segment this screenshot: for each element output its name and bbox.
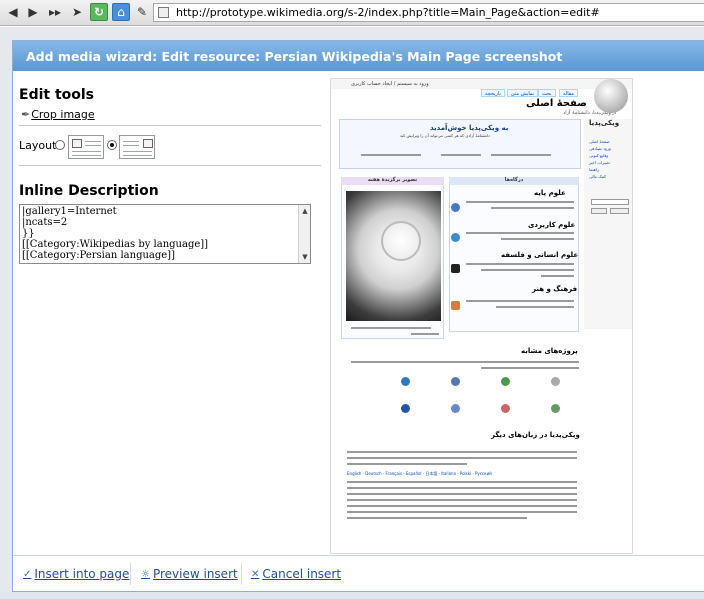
preview-searchbox — [591, 199, 629, 205]
preview-portals-header: درگاه‌ها — [449, 177, 579, 185]
textarea-line: [[Category:Wikipedias by language]] — [22, 239, 209, 250]
page-icon — [158, 7, 169, 18]
preview-logo-text: ویکی‌پدیا — [589, 119, 620, 127]
preview-nav-item: صفحهٔ اصلی — [589, 139, 610, 144]
preview-search-button — [591, 208, 607, 214]
sister-project-icon — [551, 404, 560, 413]
preview-welcome-subtitle: دانشنامهٔ آزادی که هر کسی می‌تواند آن را… — [400, 133, 490, 138]
preview-nav-item: کمک مالی — [589, 174, 606, 179]
preview-nav-item: تغییرات اخیر — [589, 160, 610, 165]
preview-login-text: ورود به سیستم / ایجاد حساب کاربری — [351, 81, 429, 87]
layout-left-thumbnail[interactable] — [68, 135, 104, 159]
back-icon[interactable]: ◀ — [4, 3, 22, 21]
preview-featured-header: تصویر برگزیدهٔ هفته — [341, 177, 444, 185]
science-icon — [451, 203, 460, 212]
preview-welcome-box: به ویکی‌پدیا خوش‌آمدید دانشنامهٔ آزادی ک… — [339, 119, 581, 169]
sister-project-icon — [451, 377, 460, 386]
preview-page-title: صفحهٔ اصلی — [526, 98, 587, 109]
layout-right-thumbnail[interactable] — [119, 135, 155, 159]
insert-into-page-button[interactable]: ✓ Insert into page — [19, 561, 129, 587]
preview-tab: مقاله — [559, 89, 578, 97]
inline-description-heading: Inline Description — [19, 183, 159, 199]
preview-nav-item: راهنما — [589, 167, 599, 172]
resource-preview-image: ورود به سیستم / ایجاد حساب کاربری مقاله … — [330, 78, 633, 554]
edit-tools-heading: Edit tools — [19, 87, 95, 103]
preview-tab: بحث — [538, 89, 556, 97]
preview-nav-item: وقایع کنونی — [589, 153, 609, 158]
cancel-insert-label: Cancel insert — [262, 567, 342, 581]
preview-tab: نمایش متن — [507, 89, 539, 97]
textarea-line: }} — [22, 228, 35, 239]
wikipedia-globe-logo — [594, 79, 628, 113]
sister-project-icon — [501, 377, 510, 386]
crop-image-link[interactable]: ✒Crop image — [21, 108, 95, 121]
sister-project-icon — [401, 404, 410, 413]
arrow-icon[interactable]: ➤ — [68, 3, 86, 21]
close-icon: ✕ — [251, 568, 260, 580]
refresh-icon[interactable]: ↻ — [90, 3, 108, 21]
preview-welcome-title: به ویکی‌پدیا خوش‌آمدید — [430, 124, 509, 132]
preview-heading: علوم انسانی و فلسفه — [501, 251, 579, 259]
preview-insert-button[interactable]: ☼ Preview insert — [137, 561, 238, 587]
button-separator — [130, 563, 131, 585]
preview-nav-item: ورود تصادفی — [589, 146, 611, 151]
divider — [19, 125, 321, 126]
pencil-icon[interactable]: ✎ — [133, 3, 151, 21]
preview-languages-line: English · Deutsch · Français · Español ·… — [347, 471, 492, 476]
sister-project-icon — [401, 377, 410, 386]
browser-toolbar: ◀ ▶ ▸▸ ➤ ↻ ⌂ ✎ http://prototype.wikimedi… — [0, 0, 704, 26]
sister-project-icon — [501, 404, 510, 413]
checkmark-icon: ✓ — [23, 568, 32, 580]
preview-heading: فرهنگ و هنر — [532, 285, 578, 293]
footer-divider — [13, 555, 704, 556]
humanities-icon — [451, 264, 460, 273]
add-media-dialog: Add media wizard: Edit resource: Persian… — [12, 40, 704, 592]
dialog-title: Add media wizard: Edit resource: Persian… — [13, 41, 704, 71]
textarea-line: |ncats=2 — [22, 217, 68, 228]
layout-left-radio[interactable] — [55, 140, 65, 150]
preview-tab: تاریخچه — [481, 89, 505, 97]
url-text: http://prototype.wikimedia.org/s-2/index… — [176, 6, 600, 19]
scroll-down-icon[interactable]: ▼ — [300, 252, 310, 262]
preview-heading: علوم پایه — [534, 189, 566, 197]
layout-right-radio[interactable] — [107, 140, 117, 150]
preview-heading: ویکی‌پدیا در زبان‌های دیگر — [491, 431, 580, 439]
cancel-insert-button[interactable]: ✕ Cancel insert — [247, 561, 341, 587]
divider — [19, 165, 321, 166]
home-icon[interactable]: ⌂ — [112, 3, 130, 21]
crop-image-label: Crop image — [31, 108, 95, 121]
textarea-scrollbar[interactable]: ▲ ▼ — [298, 205, 310, 263]
preview-featured-image — [346, 191, 441, 321]
crop-icon: ✒ — [21, 108, 31, 121]
button-separator — [241, 563, 242, 585]
scroll-up-icon[interactable]: ▲ — [300, 206, 310, 216]
applied-science-icon — [451, 233, 460, 242]
sister-project-icon — [451, 404, 460, 413]
preview-insert-label: Preview insert — [152, 567, 238, 581]
forward-icon[interactable]: ▶ — [24, 3, 42, 21]
preview-heading: علوم کاربردی — [528, 221, 576, 229]
preview-heading: پروژه‌های مشابه — [521, 347, 578, 355]
preview-icon: ☼ — [141, 568, 150, 580]
layout-label: Layout: — [19, 139, 61, 152]
lightbulb-globe-image — [381, 221, 421, 261]
textarea-line: |gallery1=Internet — [22, 206, 117, 217]
preview-search-button — [610, 208, 629, 214]
address-bar[interactable]: http://prototype.wikimedia.org/s-2/index… — [153, 3, 704, 22]
insert-into-page-label: Insert into page — [34, 567, 130, 581]
fast-forward-icon[interactable]: ▸▸ — [46, 3, 64, 21]
culture-icon — [451, 301, 460, 310]
page-bottom-bar — [0, 592, 704, 599]
sister-project-icon — [551, 377, 560, 386]
inline-description-textarea[interactable]: |gallery1=Internet |ncats=2 }} [[Categor… — [19, 204, 311, 264]
textarea-line: [[Category:Persian language]] — [22, 250, 175, 261]
